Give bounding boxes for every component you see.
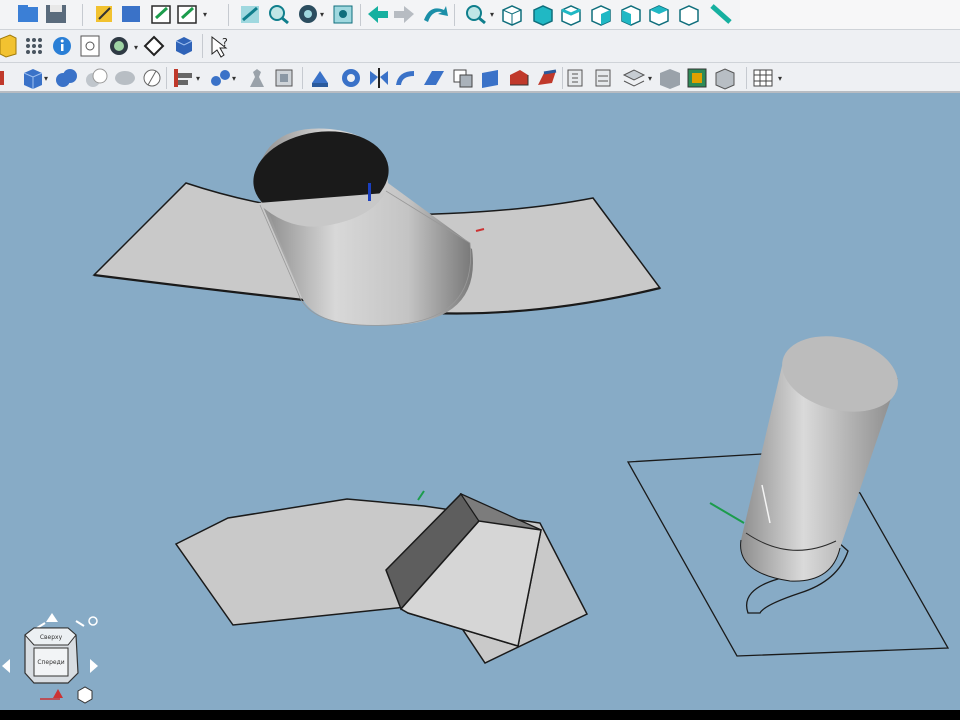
revolve-icon[interactable] xyxy=(342,69,360,87)
svg-text:▾: ▾ xyxy=(44,74,48,83)
edit-feature-icon[interactable] xyxy=(177,5,197,24)
thicken-icon[interactable] xyxy=(482,70,498,88)
svg-text:?: ? xyxy=(222,36,228,49)
view-bottom-icon[interactable] xyxy=(679,5,699,26)
view-top-icon[interactable] xyxy=(561,5,581,26)
sketch-icon[interactable] xyxy=(96,6,112,22)
svg-text:▾: ▾ xyxy=(196,74,200,83)
sweep-icon[interactable] xyxy=(396,71,414,85)
svg-text:▾: ▾ xyxy=(134,43,138,52)
svg-text:▾: ▾ xyxy=(203,10,207,19)
scene-canvas[interactable]: Сверху Спереди xyxy=(0,93,960,710)
box-icon[interactable] xyxy=(122,6,140,22)
boolean-subtract-icon[interactable] xyxy=(86,68,108,87)
edit-sketch-icon[interactable] xyxy=(151,5,171,24)
solid-box-icon[interactable] xyxy=(23,69,43,89)
secondary-toolbar: ▾ ? xyxy=(0,30,960,63)
main-toolbar-icons: ▾ ▾ ▾ xyxy=(18,0,960,29)
stack-icon[interactable] xyxy=(622,69,646,87)
zoom-icon[interactable] xyxy=(269,5,289,25)
sheet-icon[interactable] xyxy=(275,69,293,87)
info-icon[interactable] xyxy=(53,37,71,55)
diamond-icon[interactable] xyxy=(143,35,165,57)
measure-icon[interactable] xyxy=(710,4,732,24)
svg-text:▾: ▾ xyxy=(648,74,652,83)
undo-icon[interactable] xyxy=(368,6,388,23)
select-cursor-icon[interactable]: ? xyxy=(211,35,228,58)
view-style-icon[interactable] xyxy=(299,5,317,23)
color-icon[interactable] xyxy=(687,68,707,88)
fillet-icon[interactable] xyxy=(510,70,529,86)
levels-icon[interactable] xyxy=(660,69,680,89)
rotate-icon[interactable] xyxy=(424,6,448,22)
curved-sheet-with-cylinder[interactable] xyxy=(92,123,662,326)
navigation-cube[interactable]: Сверху Спереди xyxy=(2,613,98,704)
model-viewport[interactable]: Сверху Спереди xyxy=(0,93,960,710)
zoom-area-icon[interactable] xyxy=(466,5,486,25)
view-fit-icon[interactable] xyxy=(241,6,259,23)
grid-view-icon[interactable] xyxy=(753,69,773,87)
align-icon[interactable] xyxy=(174,69,192,87)
svg-text:▾: ▾ xyxy=(490,10,494,19)
cube-small-icon[interactable] xyxy=(175,37,193,55)
svg-text:▾: ▾ xyxy=(232,74,236,83)
nav-left-arrow-icon[interactable] xyxy=(2,659,10,673)
view-iso-icon[interactable] xyxy=(502,5,522,26)
home-view-icon[interactable] xyxy=(77,686,93,704)
view-front-icon[interactable] xyxy=(533,5,553,26)
nav-cube-top-label: Сверху xyxy=(40,634,63,641)
surface-a-icon[interactable] xyxy=(567,69,583,87)
surface-b-icon[interactable] xyxy=(595,69,611,87)
window-bottom-edge xyxy=(0,710,960,720)
mirror-icon[interactable] xyxy=(370,68,388,88)
boolean-intersect-icon[interactable] xyxy=(115,71,135,85)
nav-right-arrow-icon[interactable] xyxy=(90,659,98,673)
plane-with-tilted-cylinder[interactable] xyxy=(626,325,950,657)
svg-text:▾: ▾ xyxy=(320,10,324,19)
grid-icon[interactable] xyxy=(26,38,42,54)
view-back-icon[interactable] xyxy=(649,5,669,26)
boolean-split-icon[interactable] xyxy=(143,69,161,87)
loft-icon[interactable] xyxy=(424,71,444,85)
mark-icon xyxy=(0,71,4,85)
modeling-toolbar: ▾ ▾ ▾ ▾ ▾ xyxy=(0,63,960,93)
bent-sheet-with-box[interactable] xyxy=(174,490,589,664)
pattern-icon[interactable] xyxy=(211,70,230,86)
open-file-icon[interactable] xyxy=(18,5,38,22)
secondary-toolbar-icons: ▾ ? xyxy=(0,34,228,58)
offset-icon[interactable] xyxy=(453,69,473,88)
checklist-icon[interactable] xyxy=(80,35,100,57)
main-toolbar: ▾ ▾ ▾ xyxy=(0,0,960,30)
svg-text:▾: ▾ xyxy=(778,74,782,83)
view-box-icon[interactable] xyxy=(333,5,353,24)
view-left-icon[interactable] xyxy=(621,5,641,26)
boolean-union-icon[interactable] xyxy=(56,69,77,87)
part-folder-icon[interactable] xyxy=(0,34,17,58)
chamfer-icon[interactable] xyxy=(538,69,557,85)
view-right-icon[interactable] xyxy=(591,5,611,26)
save-file-icon[interactable] xyxy=(46,5,66,23)
cube-view-icon[interactable] xyxy=(715,68,735,90)
modeling-toolbar-icons: ▾ ▾ ▾ ▾ ▾ xyxy=(0,67,782,90)
extrude-icon[interactable] xyxy=(312,71,328,87)
material-icon[interactable] xyxy=(110,37,128,55)
chess-icon[interactable] xyxy=(250,69,264,87)
redo-icon[interactable] xyxy=(394,6,414,23)
nav-cube-front-label: Спереди xyxy=(37,659,64,666)
